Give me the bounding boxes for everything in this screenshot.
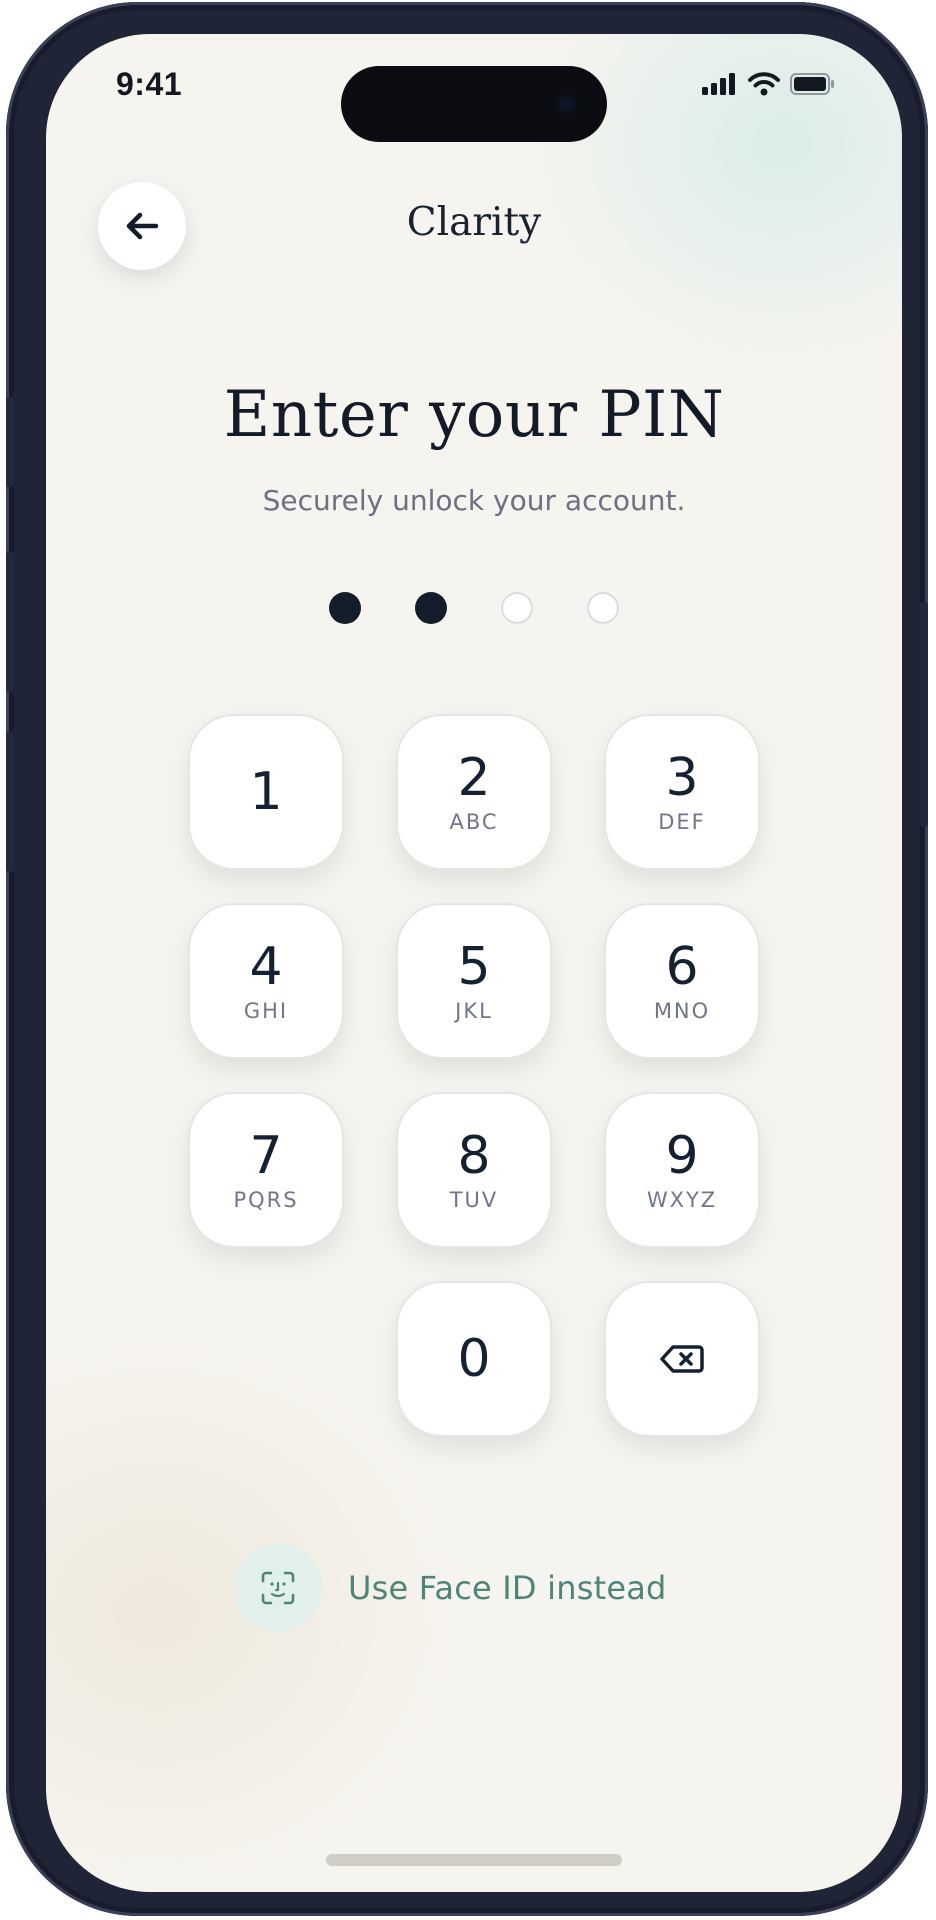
key-digit: 4 — [249, 936, 283, 997]
status-time: 9:41 — [116, 66, 183, 102]
page-subtitle: Securely unlock your account. — [262, 484, 686, 517]
home-indicator[interactable] — [326, 1854, 622, 1866]
key-digit: 5 — [457, 936, 491, 997]
dynamic-island — [341, 66, 607, 142]
action-button — [6, 397, 14, 487]
battery-icon — [790, 73, 834, 95]
key-7[interactable]: 7 PQRS — [188, 1092, 344, 1248]
pin-dot-filled — [329, 592, 361, 624]
key-2[interactable]: 2 ABC — [396, 714, 552, 870]
key-4[interactable]: 4 GHI — [188, 903, 344, 1059]
key-digit: 3 — [665, 747, 699, 808]
key-letters: TUV — [449, 1187, 499, 1212]
pin-dot-filled — [415, 592, 447, 624]
key-5[interactable]: 5 JKL — [396, 903, 552, 1059]
face-id-button[interactable]: Use Face ID instead — [234, 1544, 667, 1632]
key-digit: 0 — [457, 1329, 491, 1389]
pin-indicator — [46, 592, 902, 624]
pin-dot-empty — [501, 592, 533, 624]
key-3[interactable]: 3 DEF — [604, 714, 760, 870]
key-digit: 8 — [457, 1125, 491, 1186]
key-0[interactable]: 0 — [396, 1281, 552, 1437]
camera-icon — [555, 93, 577, 115]
face-id-icon — [261, 1571, 295, 1605]
page-title: Enter your PIN — [223, 378, 725, 452]
wifi-icon — [748, 72, 780, 96]
face-id-badge — [234, 1544, 322, 1632]
key-digit: 6 — [665, 936, 699, 997]
key-letters: DEF — [658, 809, 706, 834]
face-id-label: Use Face ID instead — [348, 1569, 667, 1607]
key-1[interactable]: 1 — [188, 714, 344, 870]
app-title: Clarity — [406, 200, 542, 245]
signal-icon — [702, 73, 735, 95]
phone-frame: 9:41 Clarity Enter your PIN Securely unl… — [6, 2, 928, 1916]
key-digit: 2 — [457, 747, 491, 808]
key-digit: 1 — [249, 762, 283, 822]
key-8[interactable]: 8 TUV — [396, 1092, 552, 1248]
power-button — [920, 602, 928, 827]
volume-up-button — [6, 552, 14, 692]
volume-down-button — [6, 732, 14, 872]
key-6[interactable]: 6 MNO — [604, 903, 760, 1059]
screen: 9:41 Clarity Enter your PIN Securely unl… — [46, 34, 902, 1892]
backspace-icon — [660, 1345, 704, 1373]
key-digit: 7 — [249, 1125, 283, 1186]
pin-dot-empty — [587, 592, 619, 624]
key-digit: 9 — [665, 1125, 699, 1186]
key-letters: ABC — [449, 809, 499, 834]
key-letters: GHI — [243, 998, 289, 1023]
key-letters: MNO — [653, 998, 711, 1023]
key-letters: WXYZ — [646, 1187, 718, 1212]
key-9[interactable]: 9 WXYZ — [604, 1092, 760, 1248]
status-icons — [702, 72, 836, 96]
key-letters: PQRS — [233, 1187, 299, 1212]
key-letters: JKL — [455, 998, 493, 1023]
delete-button[interactable] — [604, 1281, 760, 1437]
